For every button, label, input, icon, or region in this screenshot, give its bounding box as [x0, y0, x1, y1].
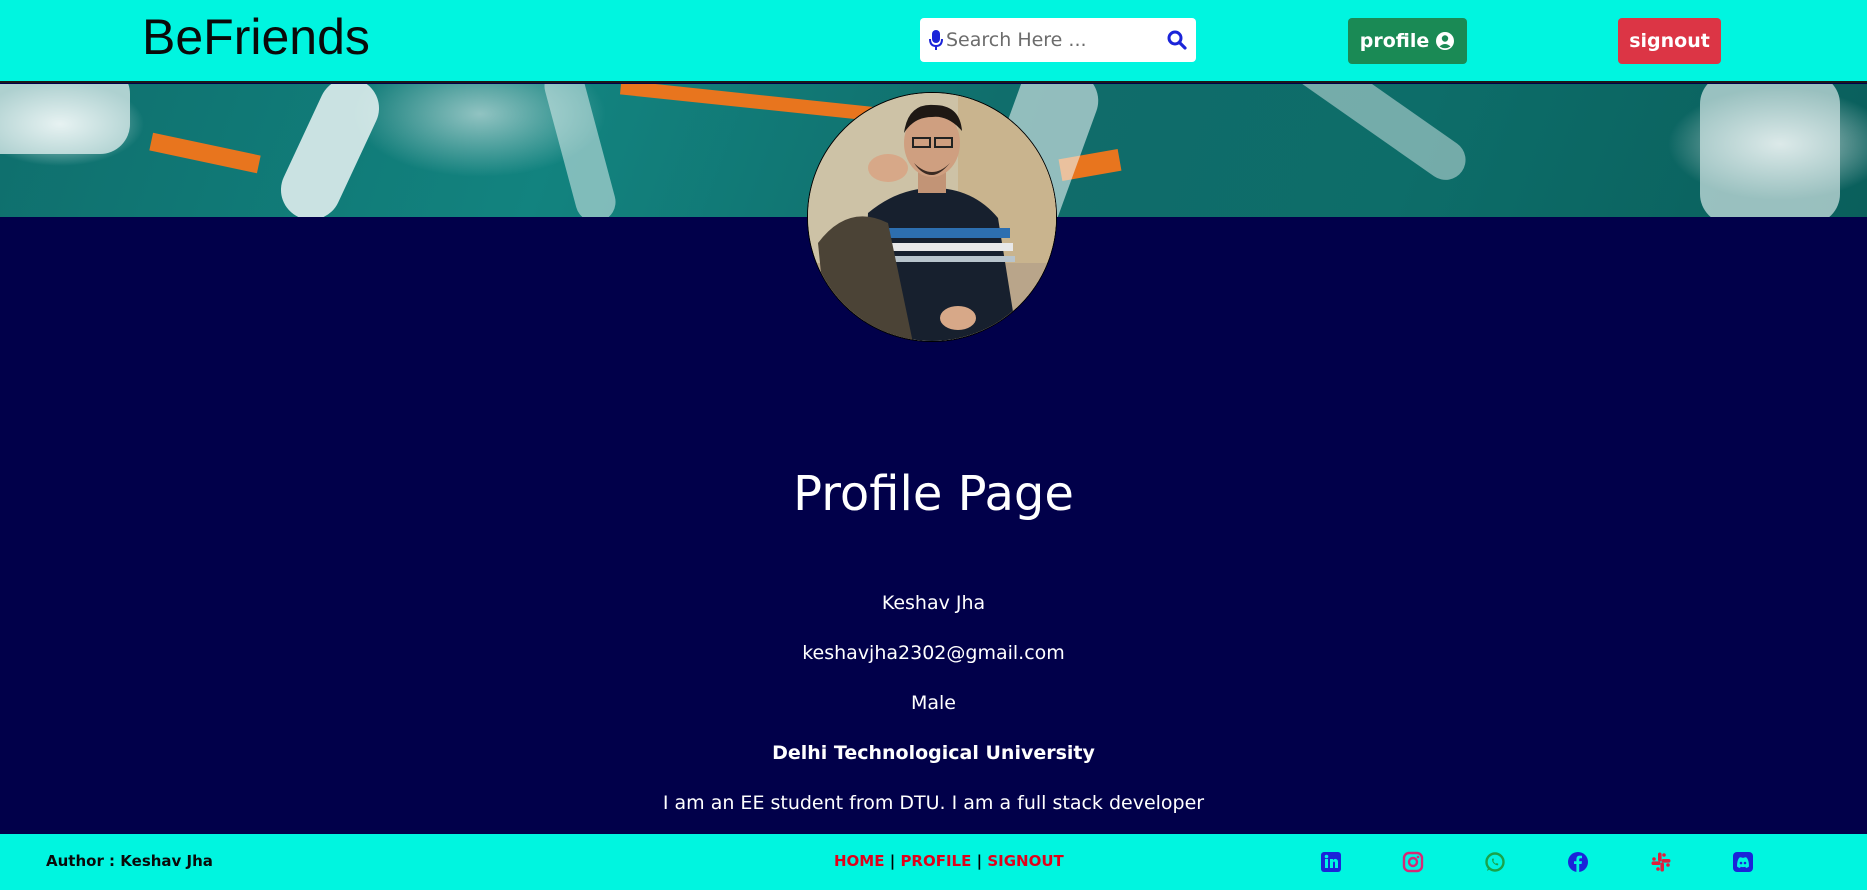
profile-college: Delhi Technological University	[772, 742, 1095, 764]
footer-author: Author : Keshav Jha	[46, 852, 213, 870]
slack-icon[interactable]	[1650, 851, 1672, 873]
profile-email: keshavjha2302@gmail.com	[802, 642, 1065, 664]
footer-links: HOME | PROFILE | SIGNOUT	[834, 852, 1064, 870]
search-bar	[920, 18, 1196, 62]
footer: Author : Keshav Jha HOME | PROFILE | SIG…	[0, 834, 1867, 890]
facebook-icon[interactable]	[1567, 851, 1589, 873]
whatsapp-icon[interactable]	[1484, 851, 1506, 873]
search-icon	[1167, 30, 1187, 50]
instagram-icon[interactable]	[1402, 851, 1424, 873]
user-circle-icon	[1435, 31, 1455, 51]
profile-avatar	[807, 92, 1057, 342]
search-input[interactable]	[946, 20, 1156, 60]
microphone-icon[interactable]	[926, 26, 946, 54]
search-button[interactable]	[1164, 27, 1190, 53]
brand-logo[interactable]: BeFriends	[142, 8, 370, 66]
footer-link-profile[interactable]: PROFILE	[900, 852, 971, 870]
signout-button[interactable]: signout	[1618, 18, 1721, 64]
footer-link-signout[interactable]: SIGNOUT	[987, 852, 1063, 870]
footer-link-home[interactable]: HOME	[834, 852, 884, 870]
navbar: BeFriends profile signout	[0, 0, 1867, 83]
discord-icon[interactable]	[1732, 851, 1754, 873]
page-title: Profile Page	[793, 466, 1074, 522]
profile-button[interactable]: profile	[1348, 18, 1467, 64]
linkedin-icon[interactable]	[1320, 851, 1342, 873]
footer-link-separator: |	[889, 852, 896, 870]
profile-button-label: profile	[1359, 30, 1430, 52]
profile-bio: I am an EE student from DTU. I am a full…	[662, 792, 1205, 814]
profile-name: Keshav Jha	[881, 592, 986, 614]
footer-link-separator: |	[976, 852, 983, 870]
profile-gender: Male	[910, 692, 956, 714]
